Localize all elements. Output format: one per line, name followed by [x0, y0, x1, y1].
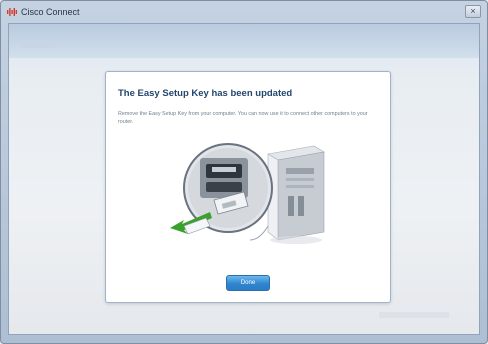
header-placeholder [21, 42, 55, 48]
window-title: Cisco Connect [21, 7, 80, 17]
header-band [9, 24, 479, 58]
done-button[interactable]: Done [226, 275, 270, 291]
dialog-title: The Easy Setup Key has been updated [118, 88, 293, 99]
computer-tower-icon [267, 145, 325, 244]
footer-placeholder [379, 312, 449, 318]
close-button[interactable]: × [465, 5, 481, 18]
app-window: Cisco Connect × The Easy Setup Key has b… [0, 0, 488, 344]
setup-dialog: The Easy Setup Key has been updated Remo… [105, 71, 391, 303]
usb-removal-illustration [166, 136, 342, 254]
close-icon: × [470, 6, 476, 16]
dialog-message: Remove the Easy Setup Key from your comp… [118, 111, 368, 125]
title-bar: Cisco Connect × [1, 1, 487, 23]
cisco-logo-icon [7, 7, 17, 17]
